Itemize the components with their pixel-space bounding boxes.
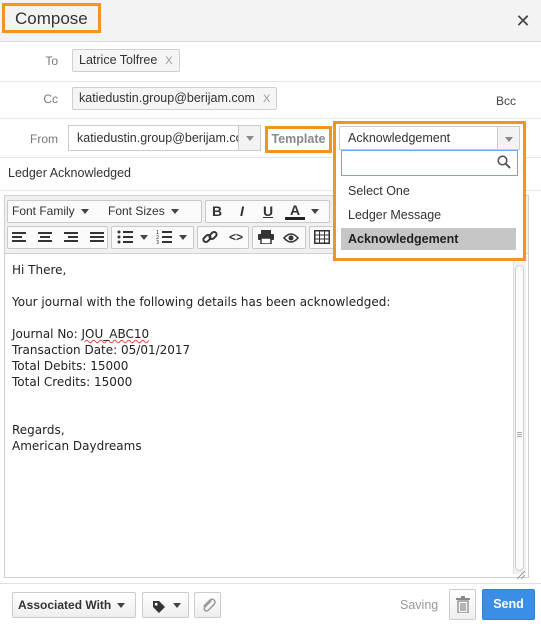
align-left-icon[interactable] — [12, 231, 26, 249]
text-color-dropdown[interactable] — [304, 201, 320, 222]
print-icon[interactable] — [258, 230, 274, 249]
body-journal-line: Journal No: JOU_ABC10 — [12, 326, 512, 342]
font-family-select[interactable]: Font Family — [12, 201, 100, 222]
template-select[interactable]: Acknowledgement — [339, 126, 520, 150]
recipient-name: katiedustin.group@berijam.com — [79, 91, 255, 105]
divider — [0, 118, 541, 119]
body-transaction-date: Transaction Date: 05/01/2017 — [12, 343, 191, 357]
body-signature: American Daydreams — [12, 439, 142, 453]
divider — [0, 583, 541, 584]
to-recipient-chip[interactable]: Latrice Tolfree X — [72, 49, 180, 72]
tag-button[interactable] — [142, 592, 189, 618]
align-justify-icon[interactable] — [90, 231, 104, 249]
numbered-list-icon[interactable]: 123 — [156, 230, 172, 249]
bullet-list-dropdown[interactable] — [134, 227, 148, 248]
attach-button[interactable] — [194, 592, 221, 618]
delete-button[interactable] — [449, 589, 476, 620]
template-selected-value: Acknowledgement — [348, 131, 451, 145]
bold-button[interactable]: B — [207, 201, 227, 222]
template-label: Template — [265, 126, 332, 153]
scrollbar-thumb[interactable] — [515, 265, 524, 571]
from-select[interactable]: katiedustin.group@berijam.com — [68, 125, 261, 151]
remove-recipient-icon[interactable]: X — [263, 93, 270, 105]
body-greeting: Hi There, — [12, 263, 67, 277]
search-icon — [497, 155, 511, 174]
align-center-icon[interactable] — [38, 231, 52, 249]
bcc-link[interactable]: Bcc — [496, 94, 516, 108]
body-total-credits: Total Credits: 15000 — [12, 375, 133, 389]
to-label: To — [45, 54, 58, 68]
tag-dropdown-caret — [167, 593, 181, 617]
from-value: katiedustin.group@berijam.com — [77, 131, 253, 145]
scroll-grip — [517, 432, 522, 433]
compose-title: Compose — [2, 3, 101, 33]
associated-with-button[interactable]: Associated With — [12, 592, 136, 618]
template-search-input[interactable] — [341, 150, 518, 176]
journal-label: Journal No: — [12, 327, 82, 341]
link-icon[interactable] — [202, 229, 218, 250]
cc-recipient-chip[interactable]: katiedustin.group@berijam.com X — [72, 87, 278, 110]
source-code-icon[interactable]: <> — [226, 227, 246, 248]
font-size-select[interactable]: Font Sizes — [108, 201, 200, 222]
preview-eye-icon[interactable] — [282, 231, 300, 249]
editor-content[interactable]: Hi There, Your journal with the followin… — [12, 262, 512, 454]
subject-field[interactable]: Ledger Acknowledged — [8, 166, 131, 180]
cc-label: Cc — [43, 92, 58, 106]
svg-text:3: 3 — [156, 240, 159, 244]
resize-handle-icon[interactable] — [516, 566, 526, 584]
journal-number: JOU_ABC10 — [81, 327, 150, 341]
chevron-down-icon[interactable] — [497, 127, 519, 149]
scroll-grip — [517, 434, 522, 435]
body-regards: Regards, — [12, 423, 65, 437]
numbered-list-dropdown[interactable] — [173, 227, 187, 248]
body-total-debits: Total Debits: 15000 — [12, 359, 129, 373]
paperclip-icon — [200, 597, 216, 621]
scroll-grip — [517, 436, 522, 437]
text-color-button[interactable]: A — [285, 201, 305, 220]
template-option[interactable]: Select One — [341, 180, 516, 202]
send-button[interactable]: Send — [482, 589, 535, 620]
chevron-down-icon[interactable] — [238, 126, 260, 150]
tag-icon — [152, 598, 166, 622]
saving-status: Saving — [400, 598, 439, 612]
from-label: From — [30, 132, 58, 146]
divider — [0, 81, 541, 82]
bullet-list-icon[interactable] — [117, 230, 133, 249]
underline-button[interactable]: U — [258, 201, 278, 222]
template-option-selected[interactable]: Acknowledgement — [341, 228, 516, 250]
align-right-icon[interactable] — [64, 231, 78, 249]
table-icon[interactable] — [314, 230, 330, 249]
recipient-name: Latrice Tolfree — [79, 53, 158, 67]
close-icon[interactable]: ✕ — [514, 12, 532, 30]
template-option[interactable]: Ledger Message — [341, 204, 516, 226]
remove-recipient-icon[interactable]: X — [165, 55, 172, 67]
trash-icon — [456, 596, 470, 621]
body-intro: Your journal with the following details … — [12, 295, 391, 309]
italic-button[interactable]: I — [232, 201, 252, 222]
